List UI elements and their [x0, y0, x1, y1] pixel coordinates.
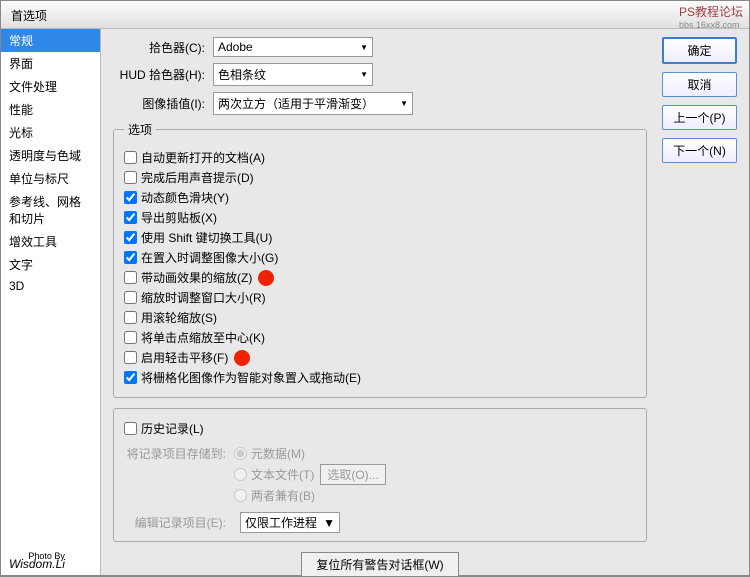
history-radio-label-1: 文本文件(T) — [251, 466, 314, 483]
option-row-1: 完成后用声音提示(D) — [124, 169, 636, 186]
option-label-9: 将单击点缩放至中心(K) — [141, 329, 265, 346]
option-label-10: 启用轻击平移(F) — [141, 349, 228, 366]
sidebar-item-3[interactable]: 性能 — [1, 98, 100, 121]
edit-log-value: 仅限工作进程 — [245, 514, 317, 531]
option-label-1: 完成后用声音提示(D) — [141, 169, 254, 186]
sidebar-item-5[interactable]: 透明度与色域 — [1, 144, 100, 167]
option-checkbox-0[interactable] — [124, 151, 137, 164]
interp-value: 两次立方（适用于平滑渐变） — [218, 95, 374, 112]
hud-picker-combo[interactable]: 色相条纹 ▼ — [213, 63, 373, 86]
cancel-button[interactable]: 取消 — [662, 72, 737, 97]
option-label-8: 用滚轮缩放(S) — [141, 309, 217, 326]
chevron-down-icon: ▼ — [400, 99, 408, 108]
ok-button[interactable]: 确定 — [662, 37, 737, 64]
option-row-10: 启用轻击平移(F) — [124, 349, 636, 366]
color-picker-value: Adobe — [218, 40, 253, 54]
option-checkbox-9[interactable] — [124, 331, 137, 344]
option-row-4: 使用 Shift 键切换工具(U) — [124, 229, 636, 246]
next-button[interactable]: 下一个(N) — [662, 138, 737, 163]
option-checkbox-4[interactable] — [124, 231, 137, 244]
option-row-9: 将单击点缩放至中心(K) — [124, 329, 636, 346]
dialog-buttons: 确定 取消 上一个(P) 下一个(N) — [662, 37, 737, 163]
content: 拾色器(C): Adobe ▼ HUD 拾色器(H): 色相条纹 ▼ 图像插值(… — [101, 29, 749, 575]
option-checkbox-11[interactable] — [124, 371, 137, 384]
history-log-label: 历史记录(L) — [141, 420, 204, 437]
option-row-7: 缩放时调整窗口大小(R) — [124, 289, 636, 306]
sidebar-item-0[interactable]: 常规 — [1, 29, 100, 52]
sidebar-item-9[interactable]: 文字 — [1, 253, 100, 276]
hud-picker-label: HUD 拾色器(H): — [113, 66, 213, 83]
edit-log-combo[interactable]: 仅限工作进程 ▼ — [240, 512, 340, 533]
window-title: 首选项 — [11, 9, 47, 23]
chevron-down-icon: ▼ — [323, 516, 335, 530]
edit-log-label: 编辑记录项目(E): — [124, 512, 234, 533]
options-legend: 选项 — [124, 121, 156, 138]
sidebar-item-1[interactable]: 界面 — [1, 52, 100, 75]
choose-file-button[interactable]: 选取(O)... — [320, 464, 385, 485]
color-picker-combo[interactable]: Adobe ▼ — [213, 37, 373, 57]
option-checkbox-6[interactable] — [124, 271, 137, 284]
main: 常规界面文件处理性能光标透明度与色域单位与标尺参考线、网格和切片增效工具文字3D… — [1, 29, 749, 575]
history-radio-row-0: 元数据(M) — [234, 445, 636, 462]
option-checkbox-3[interactable] — [124, 211, 137, 224]
sidebar-item-6[interactable]: 单位与标尺 — [1, 167, 100, 190]
sidebar-item-8[interactable]: 增效工具 — [1, 230, 100, 253]
sidebar-item-7[interactable]: 参考线、网格和切片 — [1, 190, 100, 230]
option-checkbox-10[interactable] — [124, 351, 137, 364]
option-checkbox-1[interactable] — [124, 171, 137, 184]
sidebar-item-10[interactable]: 3D — [1, 276, 100, 296]
history-save-to-label: 将记录项目存储到: — [124, 443, 234, 506]
sidebar: 常规界面文件处理性能光标透明度与色域单位与标尺参考线、网格和切片增效工具文字3D — [1, 29, 101, 575]
history-radio-row-1: 文本文件(T) 选取(O)... — [234, 464, 636, 485]
highlight-dot-icon — [234, 350, 250, 366]
sidebar-item-4[interactable]: 光标 — [1, 121, 100, 144]
interp-label: 图像插值(I): — [113, 95, 213, 112]
history-radio-label-0: 元数据(M) — [251, 445, 305, 462]
signature: Photo By Wisdom.Li — [9, 551, 65, 573]
history-radio-1[interactable] — [234, 468, 247, 481]
history-fieldset: 历史记录(L) 将记录项目存储到: 元数据(M) 文本文件(T) 选取(O)... 两… — [113, 408, 647, 542]
option-label-3: 导出剪贴板(X) — [141, 209, 217, 226]
prev-button[interactable]: 上一个(P) — [662, 105, 737, 130]
history-radio-0[interactable] — [234, 447, 247, 460]
option-checkbox-7[interactable] — [124, 291, 137, 304]
option-row-6: 带动画效果的缩放(Z) — [124, 269, 636, 286]
option-row-11: 将栅格化图像作为智能对象置入或拖动(E) — [124, 369, 636, 386]
option-row-8: 用滚轮缩放(S) — [124, 309, 636, 326]
highlight-dot-icon — [258, 270, 274, 286]
option-row-3: 导出剪贴板(X) — [124, 209, 636, 226]
sidebar-item-2[interactable]: 文件处理 — [1, 75, 100, 98]
chevron-down-icon: ▼ — [360, 70, 368, 79]
interp-combo[interactable]: 两次立方（适用于平滑渐变） ▼ — [213, 92, 413, 115]
chevron-down-icon: ▼ — [360, 43, 368, 52]
option-row-2: 动态颜色滑块(Y) — [124, 189, 636, 206]
history-radio-label-2: 两者兼有(B) — [251, 487, 315, 504]
option-label-0: 自动更新打开的文档(A) — [141, 149, 265, 166]
option-checkbox-5[interactable] — [124, 251, 137, 264]
option-label-5: 在置入时调整图像大小(G) — [141, 249, 278, 266]
option-label-6: 带动画效果的缩放(Z) — [141, 269, 252, 286]
hud-picker-value: 色相条纹 — [218, 66, 266, 83]
history-radio-row-2: 两者兼有(B) — [234, 487, 636, 504]
color-picker-label: 拾色器(C): — [113, 39, 213, 56]
watermark: PS教程论坛 bbs.16xx8.com — [679, 3, 743, 30]
option-label-7: 缩放时调整窗口大小(R) — [141, 289, 266, 306]
option-checkbox-2[interactable] — [124, 191, 137, 204]
option-label-2: 动态颜色滑块(Y) — [141, 189, 229, 206]
option-label-4: 使用 Shift 键切换工具(U) — [141, 229, 272, 246]
signature-name: Wisdom.Li — [9, 557, 65, 571]
option-row-0: 自动更新打开的文档(A) — [124, 149, 636, 166]
option-checkbox-8[interactable] — [124, 311, 137, 324]
history-radio-2[interactable] — [234, 489, 247, 502]
watermark-line1: PS教程论坛 — [679, 3, 743, 20]
option-label-11: 将栅格化图像作为智能对象置入或拖动(E) — [141, 369, 361, 386]
options-fieldset: 选项 自动更新打开的文档(A) 完成后用声音提示(D) 动态颜色滑块(Y) 导出剪贴板… — [113, 121, 647, 398]
preferences-window: 首选项 PS教程论坛 bbs.16xx8.com 常规界面文件处理性能光标透明度… — [0, 0, 750, 576]
titlebar: 首选项 PS教程论坛 bbs.16xx8.com — [1, 1, 749, 29]
reset-warnings-button[interactable]: 复位所有警告对话框(W) — [301, 552, 458, 577]
option-row-5: 在置入时调整图像大小(G) — [124, 249, 636, 266]
history-log-checkbox[interactable] — [124, 422, 137, 435]
